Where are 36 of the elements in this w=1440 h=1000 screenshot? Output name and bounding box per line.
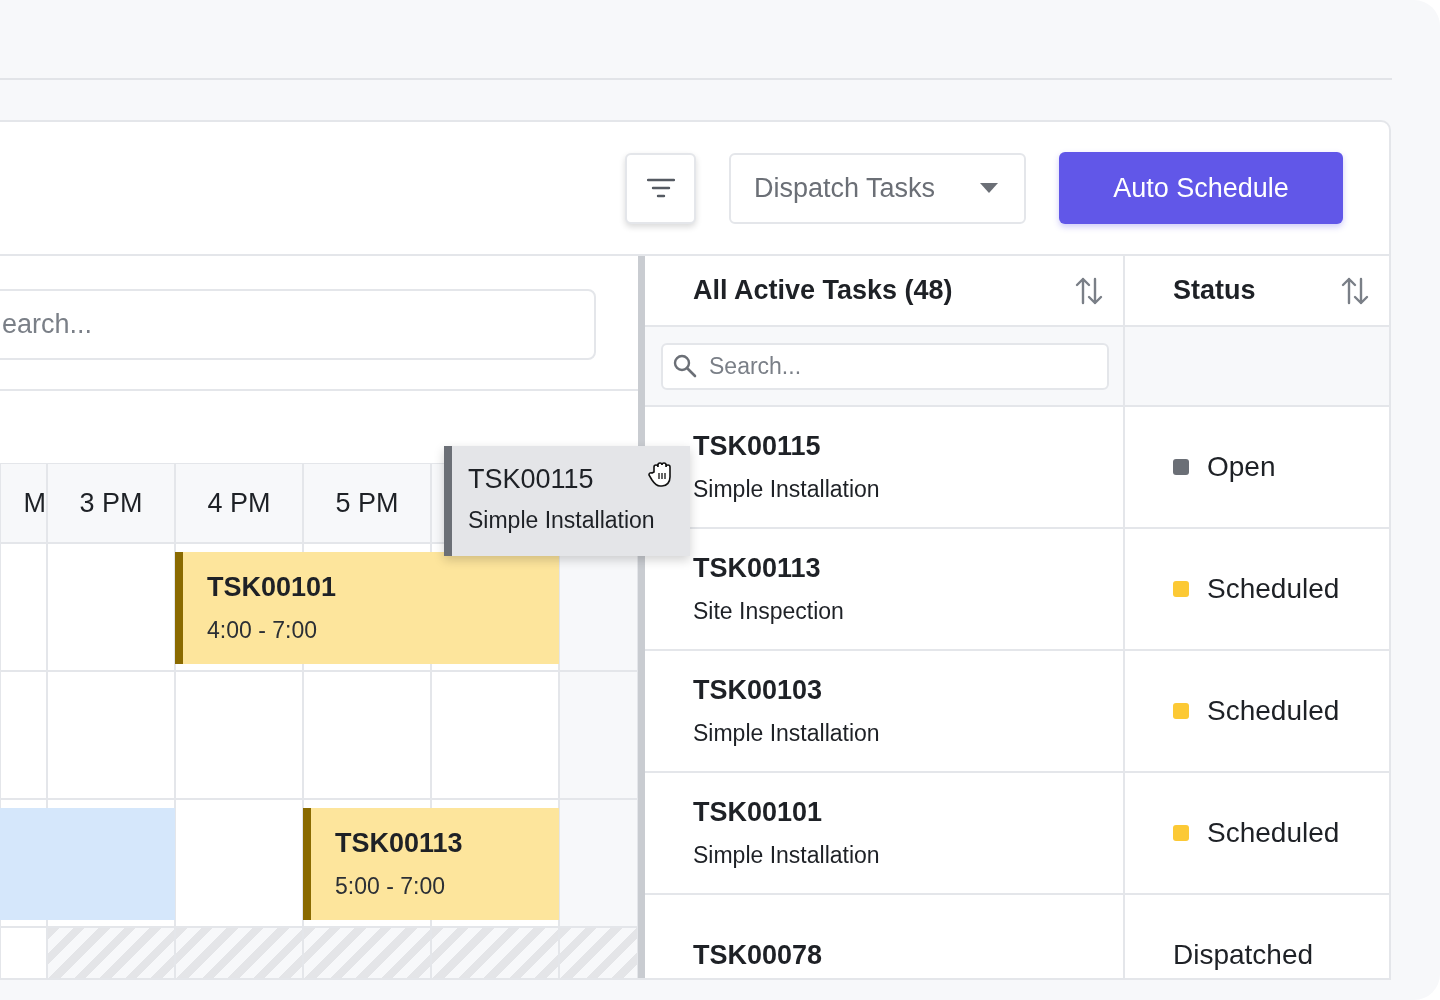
task-id: TSK00101 bbox=[693, 797, 824, 828]
task-id: TSK00115 bbox=[468, 464, 594, 495]
task-time: 5:00 - 7:00 bbox=[335, 873, 446, 900]
time-label: M bbox=[23, 487, 46, 519]
status-label: Scheduled bbox=[1207, 573, 1340, 605]
task-id: TSK00101 bbox=[207, 572, 338, 603]
task-type: Simple Installation bbox=[693, 842, 881, 869]
search-field[interactable]: earch... bbox=[0, 289, 596, 360]
task-id: TSK00115 bbox=[693, 431, 822, 462]
status-label: Scheduled bbox=[1207, 695, 1340, 727]
task-id: TSK00078 bbox=[693, 939, 824, 971]
auto-schedule-button[interactable]: Auto Schedule bbox=[1059, 152, 1343, 224]
task-time: 4:00 - 7:00 bbox=[207, 617, 318, 644]
task-id: TSK00113 bbox=[693, 553, 822, 584]
task-type: Simple Installation bbox=[693, 476, 881, 503]
time-label: 5 PM bbox=[335, 487, 399, 519]
column-header: All Active Tasks (48) bbox=[693, 275, 953, 306]
search-field[interactable]: Search... bbox=[661, 342, 1109, 390]
dragged-task-card[interactable]: TSK00115 Simple Installation bbox=[444, 446, 690, 556]
status-label: Scheduled bbox=[1207, 817, 1340, 849]
task-event[interactable]: TSK00113 5:00 - 7:00 bbox=[303, 808, 559, 920]
task-type: Simple Installation bbox=[693, 720, 881, 747]
task-id: TSK00103 bbox=[693, 675, 824, 706]
time-label: 3 PM bbox=[79, 487, 143, 519]
task-id: TSK00113 bbox=[335, 828, 464, 859]
task-event[interactable]: TSK00101 4:00 - 7:00 bbox=[175, 552, 559, 664]
filter-button[interactable] bbox=[625, 152, 696, 224]
status-label: Dispatched bbox=[1173, 939, 1314, 971]
task-type: Site Inspection bbox=[693, 598, 845, 625]
column-header: Status bbox=[1173, 275, 1256, 306]
time-label: 4 PM bbox=[207, 487, 271, 519]
caret-icon bbox=[980, 183, 998, 193]
filter-icon bbox=[646, 177, 675, 199]
dispatch-dropdown[interactable]: Dispatch Tasks bbox=[729, 152, 1026, 224]
task-type: Simple Installation bbox=[468, 507, 655, 534]
status-label: Open bbox=[1207, 451, 1276, 483]
